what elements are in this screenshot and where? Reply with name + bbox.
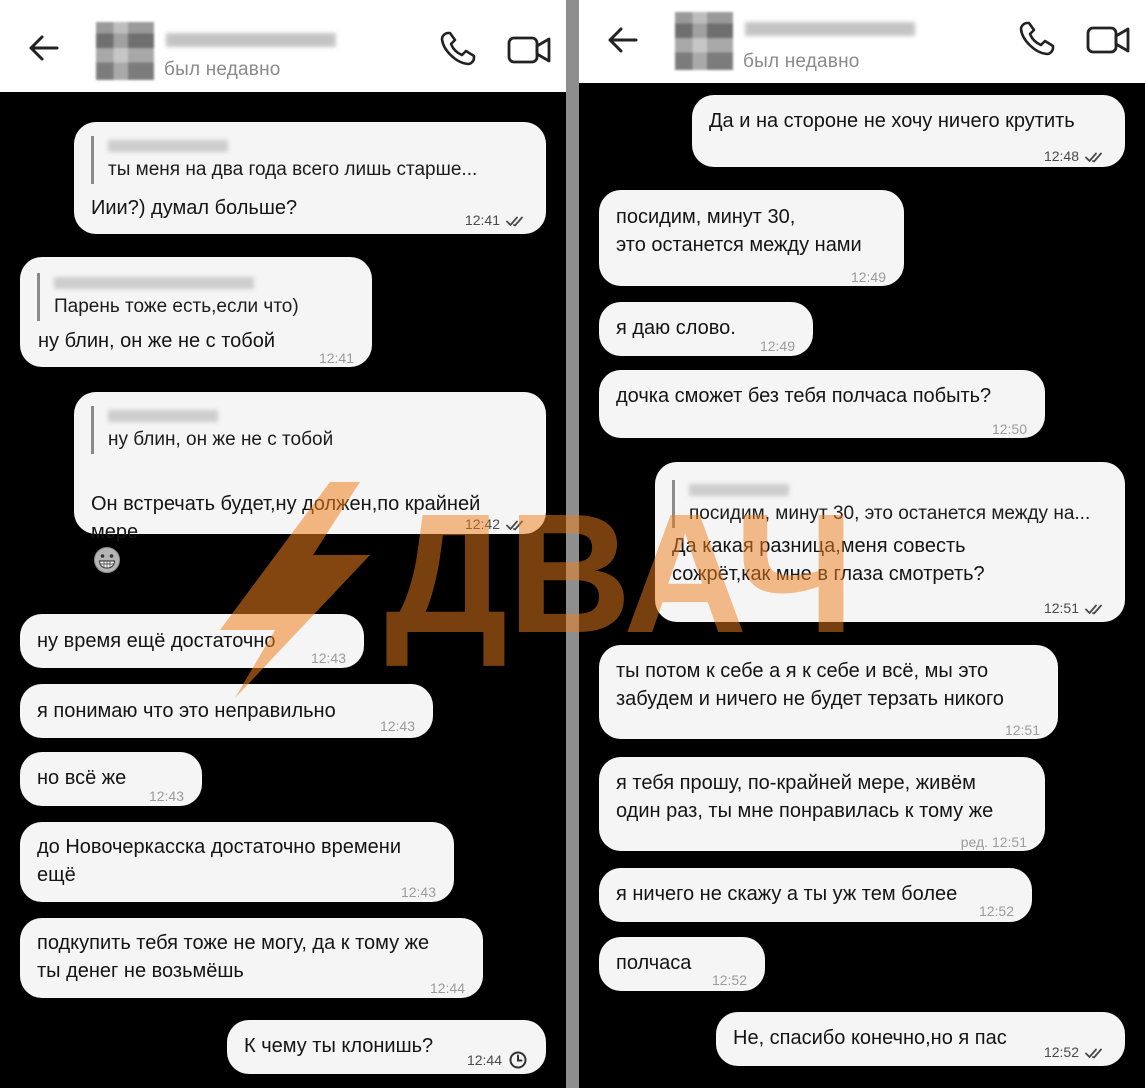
- double-check-icon: [1085, 603, 1107, 615]
- chat-header: был недавно: [579, 0, 1145, 83]
- message-bubble-incoming[interactable]: до Новочеркасска достаточно времени ещё …: [20, 822, 454, 902]
- quote-author-blurred: [689, 484, 789, 496]
- contact-status: был недавно: [743, 51, 860, 72]
- contact-name-blurred[interactable]: [745, 22, 915, 36]
- message-text: я понимаю что это неправильно: [37, 700, 336, 722]
- message-bubble-outgoing[interactable]: К чему ты клонишь? 12:44: [227, 1020, 546, 1074]
- left-chat-panel: был недавно ты меня на два года всего ли…: [0, 0, 566, 1088]
- message-bubble-incoming[interactable]: ты потом к себе а я к себе и всё, мы это…: [599, 645, 1058, 739]
- message-time: 12:44: [467, 1046, 528, 1074]
- reply-quote[interactable]: ну блин, он же не с тобой: [91, 406, 333, 454]
- avatar[interactable]: [675, 12, 733, 70]
- double-check-icon: [506, 519, 528, 531]
- double-check-icon: [1085, 151, 1107, 163]
- message-text: дочка сможет без тебя полчаса побыть?: [616, 385, 992, 407]
- message-bubble-incoming[interactable]: Парень тоже есть,если что) ну блин, он ж…: [20, 257, 372, 367]
- reply-quote[interactable]: посидим, минут 30, это останется между н…: [672, 480, 1090, 528]
- avatar[interactable]: [96, 22, 154, 80]
- message-bubble-incoming[interactable]: подкупить тебя тоже не могу, да к тому ж…: [20, 918, 483, 998]
- message-time: 12:52: [1044, 1038, 1107, 1066]
- chat-header: был недавно: [0, 0, 566, 92]
- message-time: 12:52: [711, 972, 747, 988]
- message-text: Да какая разница,меня совесть сожрёт,как…: [672, 535, 985, 585]
- quote-text: посидим, минут 30, это останется между н…: [689, 503, 1091, 524]
- message-bubble-outgoing[interactable]: Да и на стороне не хочу ничего крутить 1…: [692, 95, 1125, 167]
- message-time: 12:48: [1044, 142, 1107, 170]
- message-bubble-incoming[interactable]: полчаса 12:52: [599, 937, 765, 991]
- contact-name-blurred[interactable]: [166, 33, 336, 47]
- clock-icon: [508, 1050, 528, 1070]
- contact-status: был недавно: [164, 59, 281, 80]
- message-bubble-incoming[interactable]: я ничего не скажу а ты уж тем более 12:5…: [599, 868, 1032, 922]
- message-time: 12:51: [1044, 594, 1107, 622]
- message-time: 12:50: [991, 421, 1027, 437]
- video-camera-icon[interactable]: [1085, 22, 1131, 58]
- quote-author-blurred: [54, 277, 254, 289]
- message-bubble-outgoing[interactable]: Не, спасибо конечно,но я пас 12:52: [716, 1012, 1125, 1066]
- message-bubble-incoming[interactable]: посидим, минут 30, это останется между н…: [599, 190, 904, 286]
- message-time: 12:49: [850, 269, 886, 285]
- message-text: ты потом к себе а я к себе и всё, мы это…: [616, 660, 1004, 710]
- reply-quote[interactable]: ты меня на два года всего лишь старше...: [91, 136, 477, 184]
- phone-icon[interactable]: [1017, 20, 1059, 58]
- quote-text: ну блин, он же не с тобой: [108, 429, 334, 450]
- message-text: я даю слово.: [616, 317, 736, 339]
- message-time: 12:43: [400, 884, 436, 900]
- quote-text: Парень тоже есть,если что): [54, 296, 299, 317]
- message-text: до Новочеркасска достаточно времени ещё: [37, 836, 401, 886]
- right-chat-panel: был недавно Да и на стороне не хочу ниче…: [579, 0, 1145, 1088]
- message-bubble-incoming[interactable]: дочка сможет без тебя полчаса побыть? 12…: [599, 370, 1045, 438]
- message-bubble-incoming[interactable]: я даю слово. 12:49: [599, 302, 813, 356]
- message-bubble-incoming[interactable]: ну время ещё достаточно 12:43: [20, 614, 364, 668]
- message-time: 12:44: [429, 980, 465, 996]
- message-time: 12:52: [978, 903, 1014, 919]
- message-bubble-incoming[interactable]: я тебя прошу, по-крайней мере, живём оди…: [599, 757, 1045, 851]
- message-text: я ничего не скажу а ты уж тем более: [616, 883, 958, 905]
- message-bubble-incoming[interactable]: но всё же 12:43: [20, 752, 202, 806]
- message-bubble-outgoing[interactable]: ну блин, он же не с тобой Он встречать б…: [74, 392, 546, 573]
- message-time: 12:49: [759, 338, 795, 354]
- message-time: 12:43: [148, 788, 184, 804]
- arrow-left-icon[interactable]: [26, 33, 60, 63]
- message-text: Иии?) думал больше?: [91, 197, 298, 219]
- panel-divider: [566, 0, 579, 1088]
- message-time: 12:41: [465, 206, 528, 234]
- message-text: К чему ты клонишь?: [244, 1035, 434, 1057]
- message-time: 12:43: [310, 650, 346, 666]
- quote-author-blurred: [108, 410, 218, 422]
- message-bubble-outgoing[interactable]: посидим, минут 30, это останется между н…: [655, 462, 1125, 622]
- quote-author-blurred: [108, 140, 228, 152]
- message-time: 12:43: [379, 718, 415, 734]
- arrow-left-icon[interactable]: [605, 25, 639, 55]
- double-check-icon: [1085, 1047, 1107, 1059]
- message-time: 12:41: [318, 350, 354, 366]
- grinning-face-emoji: [94, 547, 120, 573]
- message-text: но всё же: [37, 767, 127, 789]
- message-time: ред. 12:51: [960, 834, 1027, 850]
- message-text: подкупить тебя тоже не могу, да к тому ж…: [37, 932, 430, 982]
- message-time: 12:42: [465, 510, 528, 538]
- message-text: Да и на стороне не хочу ничего крутить: [709, 110, 1075, 132]
- message-bubble-outgoing[interactable]: ты меня на два года всего лишь старше...…: [74, 122, 546, 234]
- message-text: полчаса: [616, 952, 692, 974]
- reply-quote[interactable]: Парень тоже есть,если что): [37, 273, 299, 321]
- video-camera-icon[interactable]: [506, 32, 552, 68]
- phone-icon[interactable]: [438, 30, 480, 68]
- message-text: ну время ещё достаточно: [37, 630, 276, 652]
- message-time: 12:51: [1004, 722, 1040, 738]
- message-text: Не, спасибо конечно,но я пас: [733, 1027, 1007, 1049]
- message-text: я тебя прошу, по-крайней мере, живём оди…: [616, 772, 994, 822]
- message-text: ну блин, он же не с тобой: [38, 330, 276, 352]
- message-bubble-incoming[interactable]: я понимаю что это неправильно 12:43: [20, 684, 433, 738]
- quote-text: ты меня на два года всего лишь старше...: [108, 159, 478, 180]
- message-text: посидим, минут 30, это останется между н…: [616, 206, 862, 256]
- double-check-icon: [506, 215, 528, 227]
